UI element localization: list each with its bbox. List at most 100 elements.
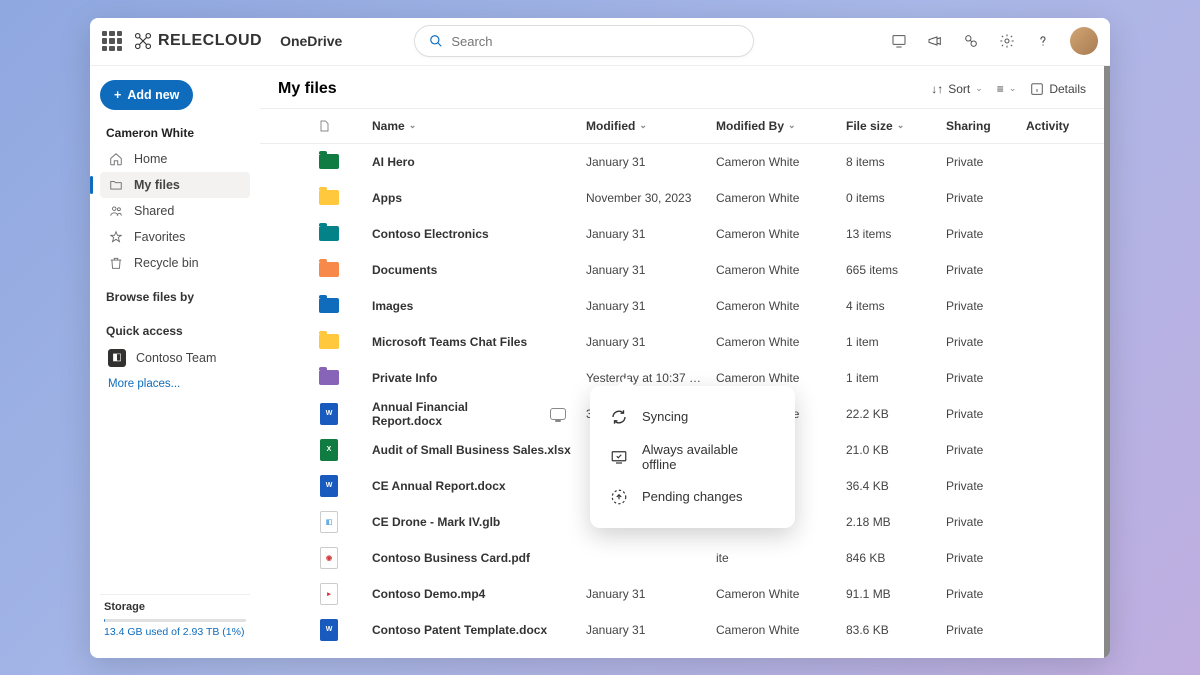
cell-size: 91.1 MB [846, 587, 946, 601]
popup-syncing-label: Syncing [642, 409, 688, 424]
file-type-icon [318, 187, 340, 209]
storage-text[interactable]: 13.4 GB used of 2.93 TB (1%) [104, 626, 246, 638]
file-type-icon: W [318, 403, 340, 425]
cell-modified-by: ite [716, 551, 846, 565]
cell-modified: Yesterday at 10:37 … [586, 371, 716, 385]
cell-size: 21.0 KB [846, 443, 946, 457]
cell-size: 83.6 KB [846, 623, 946, 637]
cell-size: 22.2 KB [846, 407, 946, 421]
plus-icon: + [114, 88, 121, 102]
popup-pending-label: Pending changes [642, 489, 742, 504]
folder-icon [108, 177, 124, 193]
cell-modified-by: Cameron White [716, 263, 846, 277]
popup-pending[interactable]: Pending changes [610, 480, 775, 514]
sidebar-item-label: Home [134, 152, 167, 166]
brand-logo: RELECLOUD [134, 32, 262, 50]
team-icon: ◧ [108, 349, 126, 367]
storage-label: Storage [104, 601, 246, 613]
file-name: Contoso Demo.mp4 [372, 587, 485, 601]
sidebar-user: Cameron White [106, 126, 244, 140]
cell-modified: January 31 [586, 263, 716, 277]
table-row[interactable]: Images January 31 Cameron White 4 items … [260, 288, 1104, 324]
screen-icon[interactable] [890, 32, 908, 50]
cell-modified-by: Cameron White [716, 335, 846, 349]
cell-modified: January 31 [586, 155, 716, 169]
col-name[interactable]: Name⌄ [372, 119, 586, 133]
quick-access-item[interactable]: ◧Contoso Team [100, 344, 250, 372]
file-name: Private Info [372, 371, 437, 385]
cell-size: 665 items [846, 263, 946, 277]
col-size[interactable]: File size⌄ [846, 119, 946, 133]
popup-syncing[interactable]: Syncing [610, 400, 775, 434]
link-icon[interactable] [962, 32, 980, 50]
cell-modified-by: Cameron White [716, 587, 846, 601]
file-name: Images [372, 299, 413, 313]
file-name: Microsoft Teams Chat Files [372, 335, 527, 349]
user-avatar[interactable] [1070, 27, 1098, 55]
star-icon [108, 229, 124, 245]
col-activity[interactable]: Activity [1026, 119, 1086, 133]
sidebar-item-label: Recycle bin [134, 256, 199, 270]
cell-modified-by: Cameron White [716, 227, 846, 241]
file-name: CE Drone - Mark IV.glb [372, 515, 500, 529]
cell-size: 1 item [846, 371, 946, 385]
col-filetype[interactable] [318, 119, 372, 133]
window: RELECLOUD OneDrive +Add new Cameron Whit… [90, 18, 1110, 658]
settings-icon[interactable] [998, 32, 1016, 50]
popup-offline[interactable]: Always available offline [610, 434, 775, 480]
sidebar-item-recycle-bin[interactable]: Recycle bin [100, 250, 250, 276]
cell-size: 13 items [846, 227, 946, 241]
col-modified-by[interactable]: Modified By⌄ [716, 119, 846, 133]
add-new-button[interactable]: +Add new [100, 80, 193, 110]
sort-button[interactable]: ↓↑Sort⌄ [931, 82, 983, 96]
pending-icon [610, 488, 628, 506]
col-sharing[interactable]: Sharing [946, 119, 1026, 133]
table-row[interactable]: Microsoft Teams Chat Files January 31 Ca… [260, 324, 1104, 360]
cell-modified-by: Cameron White [716, 623, 846, 637]
main: My files ↓↑Sort⌄ ≡⌄ Details Name⌄ Modifi… [260, 66, 1110, 658]
offline-icon [610, 448, 628, 466]
help-icon[interactable] [1034, 32, 1052, 50]
file-type-icon: ◧ [318, 511, 340, 533]
sidebar-item-home[interactable]: Home [100, 146, 250, 172]
body: +Add new Cameron White Home My files Share… [90, 66, 1110, 658]
file-table: Name⌄ Modified⌄ Modified By⌄ File size⌄ … [260, 108, 1104, 658]
megaphone-icon[interactable] [926, 32, 944, 50]
col-modified[interactable]: Modified⌄ [586, 119, 716, 133]
cell-modified-by: Cameron White [716, 299, 846, 313]
table-row[interactable]: W Contoso Patent Template.docx January 3… [260, 612, 1104, 648]
sidebar-item-favorites[interactable]: Favorites [100, 224, 250, 250]
sync-indicator-icon [550, 408, 566, 420]
file-type-icon [318, 259, 340, 281]
cell-sharing: Private [946, 299, 1026, 313]
sidebar-item-my-files[interactable]: My files [100, 172, 250, 198]
cell-sharing: Private [946, 407, 1026, 421]
toolbar: My files ↓↑Sort⌄ ≡⌄ Details [260, 66, 1104, 108]
search-input[interactable] [451, 34, 739, 49]
view-button[interactable]: ≡⌄ [997, 82, 1017, 96]
more-places-link[interactable]: More places... [108, 378, 242, 390]
table-row[interactable]: ◉ Contoso Business Card.pdf ite 846 KB P… [260, 540, 1104, 576]
app-launcher-icon[interactable] [102, 31, 122, 51]
search-box[interactable] [414, 25, 754, 57]
file-name: Documents [372, 263, 437, 277]
sidebar: +Add new Cameron White Home My files Share… [90, 66, 260, 658]
cell-size: 8 items [846, 155, 946, 169]
table-row[interactable]: AI Hero January 31 Cameron White 8 items… [260, 144, 1104, 180]
cell-size: 4 items [846, 299, 946, 313]
cell-sharing: Private [946, 191, 1026, 205]
table-row[interactable]: Contoso Electronics January 31 Cameron W… [260, 216, 1104, 252]
cell-sharing: Private [946, 623, 1026, 637]
cell-size: 2.18 MB [846, 515, 946, 529]
file-type-icon: W [318, 619, 340, 641]
popup-offline-label: Always available offline [642, 442, 775, 472]
sidebar-item-label: My files [134, 178, 180, 192]
file-type-icon: X [318, 439, 340, 461]
table-row[interactable]: Apps November 30, 2023 Cameron White 0 i… [260, 180, 1104, 216]
cell-sharing: Private [946, 335, 1026, 349]
sidebar-item-shared[interactable]: Shared [100, 198, 250, 224]
table-row[interactable]: ▸ Contoso Demo.mp4 January 31 Cameron Wh… [260, 576, 1104, 612]
table-row[interactable]: Documents January 31 Cameron White 665 i… [260, 252, 1104, 288]
details-button[interactable]: Details [1030, 82, 1086, 96]
trash-icon [108, 255, 124, 271]
